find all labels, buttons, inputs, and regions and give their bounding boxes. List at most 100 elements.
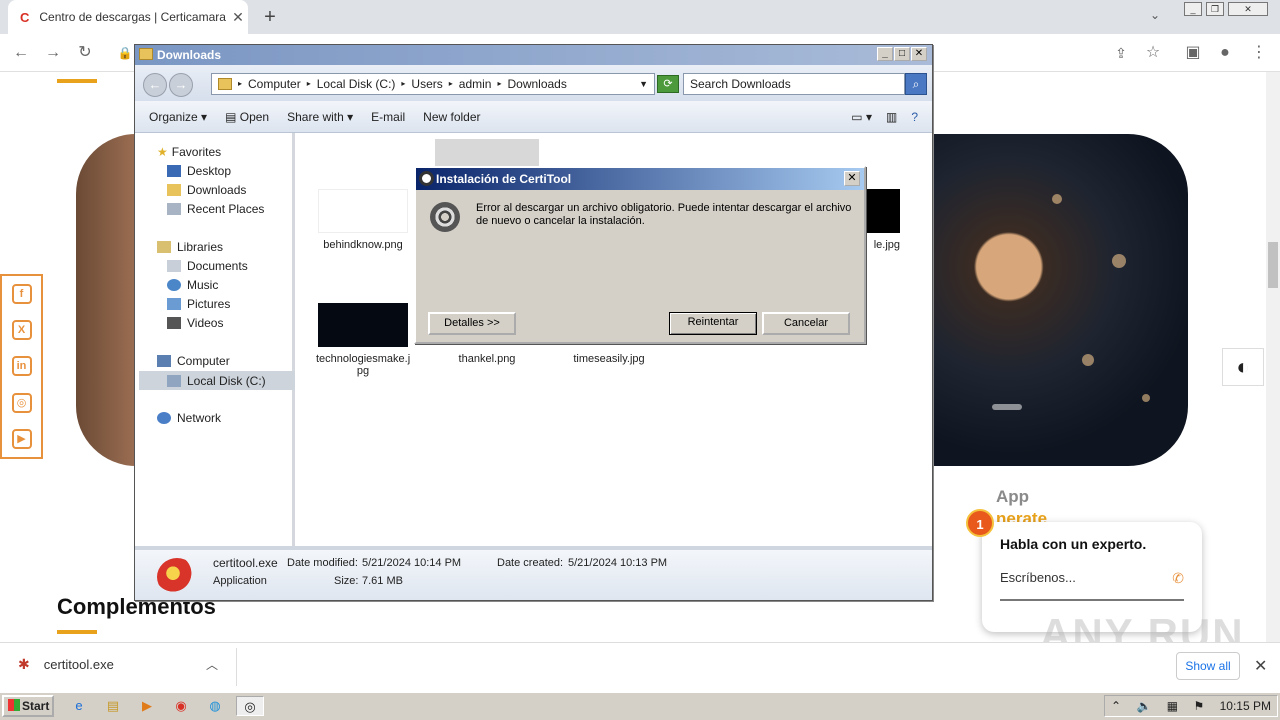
nav-documents[interactable]: Documents [167, 259, 248, 273]
nav-recent-places[interactable]: Recent Places [167, 202, 264, 216]
nav-favorites[interactable]: ★ Favorites [157, 145, 221, 159]
nav-computer[interactable]: Computer [157, 354, 230, 368]
minimize-icon[interactable]: _ [877, 47, 893, 61]
cancel-button[interactable]: Cancelar [762, 312, 850, 335]
clock[interactable]: 10:15 PM [1220, 699, 1271, 713]
search-input[interactable]: Search Downloads [683, 73, 905, 95]
nav-network[interactable]: Network [157, 411, 221, 425]
close-icon[interactable]: ✕ [1254, 656, 1267, 676]
share-icon[interactable]: ⇪ [1110, 42, 1132, 64]
certitool-taskbar-icon[interactable]: ◎ [236, 696, 264, 716]
refresh-icon[interactable]: ⟳ [657, 75, 679, 93]
chevron-up-icon[interactable]: ︿ [206, 656, 218, 673]
tab-close-icon[interactable]: ✕ [228, 9, 248, 26]
profile-icon[interactable]: ● [1214, 42, 1236, 64]
breadcrumb-downloads[interactable]: Downloads [507, 74, 566, 94]
nav-local-disk[interactable]: Local Disk (C:) [139, 371, 295, 390]
status-size-label: Size: [334, 575, 359, 587]
help-icon[interactable]: ? [911, 110, 918, 124]
divider [236, 648, 237, 686]
tab-search-chevron-icon[interactable]: ⌄ [1150, 8, 1160, 22]
scrollbar-thumb[interactable] [1268, 242, 1278, 288]
view-icon[interactable]: ▭ ▾ [851, 110, 872, 124]
breadcrumb-users[interactable]: Users [411, 74, 442, 94]
youtube-icon[interactable]: ▶ [11, 428, 32, 449]
file-thumbnail[interactable] [435, 139, 539, 169]
download-item[interactable]: ✱ certitool.exe [18, 656, 114, 673]
minimize-icon[interactable]: _ [1184, 2, 1202, 16]
organize-button[interactable]: Organize ▾ [149, 110, 207, 124]
breadcrumb[interactable]: ▸ Computer ▸ Local Disk (C:) ▸ Users ▸ a… [211, 73, 655, 95]
media-player-icon[interactable]: ▶ [136, 696, 158, 716]
linkedin-icon[interactable]: in [11, 356, 32, 377]
forward-icon[interactable]: → [42, 42, 64, 64]
show-all-button[interactable]: Show all [1176, 652, 1240, 680]
nav-libraries[interactable]: Libraries [157, 240, 223, 254]
side-panel-icon[interactable]: ▣ [1182, 42, 1204, 64]
nav-downloads[interactable]: Downloads [167, 183, 246, 197]
file-item[interactable]: behindknow.png [316, 189, 410, 251]
new-tab-button[interactable]: + [258, 5, 282, 29]
facebook-icon[interactable]: f [11, 284, 32, 305]
status-date-modified: 5/21/2024 10:14 PM [362, 557, 462, 569]
browser-tab[interactable]: C Centro de descargas | Certicamara ✕ [8, 0, 248, 34]
nav-pictures[interactable]: Pictures [167, 297, 230, 311]
back-icon[interactable]: ← [10, 42, 32, 64]
page-scrollbar[interactable] [1266, 72, 1280, 642]
bookmark-star-icon[interactable]: ☆ [1142, 42, 1164, 64]
email-button[interactable]: E-mail [371, 110, 405, 124]
maximize-icon[interactable]: □ [894, 47, 910, 61]
reload-icon[interactable]: ↻ [74, 42, 96, 64]
file-name: pg [356, 365, 370, 377]
edge-icon[interactable]: ◍ [204, 696, 226, 716]
explorer-icon[interactable]: ▤ [102, 696, 124, 716]
forward-icon[interactable]: → [169, 73, 193, 97]
nav-desktop[interactable]: Desktop [167, 164, 231, 178]
x-icon[interactable]: X [11, 320, 32, 341]
close-icon[interactable]: ✕ [844, 171, 860, 186]
breadcrumb-admin[interactable]: admin [459, 74, 492, 94]
chat-badge[interactable]: 1 [966, 509, 994, 537]
start-label: Start [22, 699, 50, 713]
lock-icon[interactable]: 🔒 [114, 42, 136, 64]
dialog-message: Error al descargar un archivo obligatori… [476, 202, 852, 227]
file-thumbnail [860, 189, 900, 233]
close-icon[interactable]: ✕ [911, 47, 927, 61]
nav-videos[interactable]: Videos [167, 316, 223, 330]
share-with-button[interactable]: Share with ▾ [287, 110, 353, 124]
new-folder-button[interactable]: New folder [423, 110, 480, 124]
volume-icon[interactable]: 🔈 [1136, 699, 1151, 713]
explorer-title-bar[interactable]: Downloads [135, 45, 932, 65]
whatsapp-icon[interactable]: ✆ [1172, 570, 1184, 587]
app-text: App [996, 487, 1030, 506]
nav-music[interactable]: Music [167, 278, 218, 292]
file-thumbnail [318, 303, 408, 347]
dialog-title-bar[interactable]: Instalación de CertiTool [416, 168, 864, 190]
chat-input[interactable]: Escríbenos... ✆ [1000, 570, 1184, 601]
breadcrumb-computer[interactable]: Computer [248, 74, 301, 94]
close-window-icon[interactable]: ✕ [1228, 2, 1268, 16]
chrome-icon[interactable]: ◉ [170, 696, 192, 716]
instagram-icon[interactable]: ◎ [11, 392, 32, 413]
preview-pane-icon[interactable]: ▥ [886, 110, 897, 124]
restore-icon[interactable]: ❐ [1206, 2, 1224, 16]
details-button[interactable]: Detalles >> [428, 312, 516, 335]
tray-expand-icon[interactable]: ⌃ [1111, 699, 1121, 713]
start-button[interactable]: Start [2, 695, 54, 717]
address-dropdown-icon[interactable]: ▼ [639, 74, 648, 94]
file-item[interactable]: technologiesmake.j pg [316, 303, 410, 377]
music-icon [167, 279, 181, 291]
network-icon [157, 412, 171, 424]
open-button[interactable]: ▤ Open [225, 110, 269, 124]
back-icon[interactable]: ← [143, 73, 167, 97]
ie-icon[interactable]: e [68, 696, 90, 716]
contrast-toggle-icon[interactable]: ◐ [1222, 348, 1264, 386]
flag-icon[interactable]: ⚑ [1193, 699, 1204, 713]
menu-icon[interactable]: ⋮ [1248, 42, 1270, 64]
retry-button[interactable]: Reintentar [669, 312, 757, 335]
breadcrumb-local-disk[interactable]: Local Disk (C:) [317, 74, 396, 94]
status-file-name: certitool.exe [213, 556, 278, 570]
network-tray-icon[interactable]: ▦ [1167, 699, 1178, 713]
search-icon[interactable]: ⌕ [905, 73, 927, 95]
status-size: 7.61 MB [362, 575, 403, 587]
